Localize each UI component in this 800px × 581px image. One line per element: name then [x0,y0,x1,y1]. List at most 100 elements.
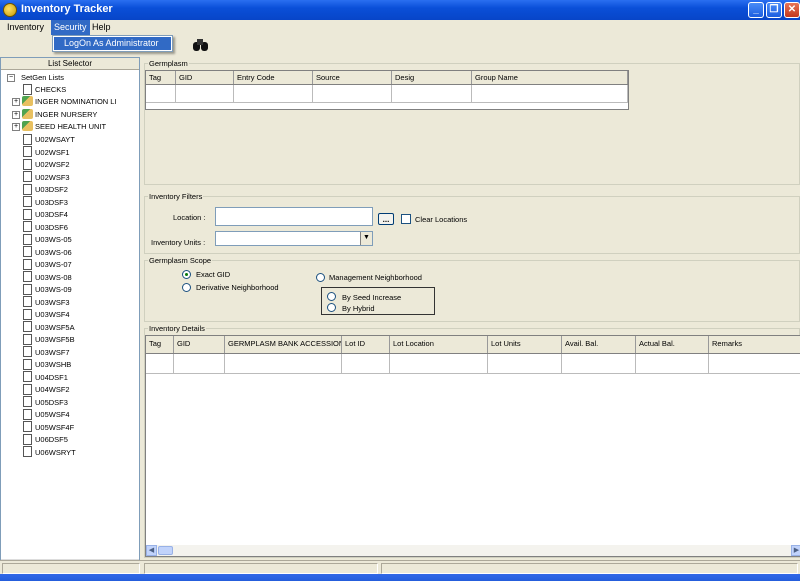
tree-item[interactable]: U02WSF3 [23,171,70,185]
tree-item-checks[interactable]: CHECKS [23,83,66,97]
chevron-down-icon[interactable]: ▼ [360,232,372,245]
tree-item[interactable]: U03WS-09 [23,283,72,297]
list-icon [23,233,32,245]
tree-item[interactable]: U03WSF5B [23,333,75,347]
inventory-details-grid[interactable]: Tag GID GERMPLASM BANK ACCESSION Lot ID … [145,335,800,557]
list-icon [23,196,32,208]
col-tag[interactable]: Tag [146,336,174,353]
by-seed-increase-label: By Seed Increase [342,293,402,302]
by-seed-increase-radio[interactable] [327,292,336,301]
tree-item[interactable]: U06DSF5 [23,433,68,447]
menu-bar: Inventory Security Help [0,20,800,35]
tree-item-label: U06DSF5 [35,435,68,444]
col-gid[interactable]: GID [174,336,225,353]
tree-folder-inger-nursery[interactable]: + INGER NURSERY [12,109,97,122]
tree-item[interactable]: U03DSF4 [23,208,68,222]
tree-item[interactable]: U03WS-05 [23,233,72,247]
col-remarks[interactable]: Remarks [709,336,800,353]
tree-item-label: U03DSF6 [35,222,68,232]
location-label: Location : [173,213,206,222]
scroll-left-button[interactable]: ◀ [146,545,157,556]
tree-item[interactable]: U03WS-06 [23,246,72,260]
expand-icon[interactable]: + [12,123,20,131]
tree-item[interactable]: U04DSF1 [23,371,68,385]
title-bar: Inventory Tracker _ ❐ ✕ [0,0,800,20]
col-entry-code[interactable]: Entry Code [234,71,313,84]
tree-item-label: U02WSAYT [35,135,75,144]
tree-item[interactable]: U02WSF1 [23,146,70,160]
col-lot-id[interactable]: Lot ID [342,336,390,353]
tree-item[interactable]: U04WSF2 [23,383,70,397]
menu-inventory[interactable]: Inventory [4,20,47,35]
col-source[interactable]: Source [313,71,392,84]
menu-security[interactable]: Security [51,20,90,35]
col-group-name[interactable]: Group Name [472,71,628,84]
list-icon [23,421,32,433]
col-germplasm-bank-accession[interactable]: GERMPLASM BANK ACCESSION [225,336,342,353]
by-hybrid-label: By Hybrid [342,304,375,313]
scroll-thumb[interactable] [158,546,173,555]
col-avail-bal[interactable]: Avail. Bal. [562,336,636,353]
tree-item[interactable]: U03WSF5A [23,321,75,335]
collapse-icon[interactable]: − [7,74,15,82]
tree-item[interactable]: U03DSF3 [23,196,68,210]
folder-icon [22,96,33,107]
list-icon [23,183,32,195]
tree-item[interactable]: U03WS-08 [23,271,72,285]
list-icon [23,158,32,170]
expand-icon[interactable]: + [12,111,20,119]
tree-item[interactable]: U05DSF3 [23,396,68,410]
tree-item[interactable]: U05WSF4 [23,408,70,422]
tree-item-label: U03DSF4 [35,210,68,219]
close-button[interactable]: ✕ [784,2,800,18]
details-horizontal-scrollbar[interactable]: ◀ ▶ [146,545,800,556]
tree-item-label: U03WSF5A [35,322,75,332]
logon-admin-menu-item[interactable]: LogOn As Administrator [54,37,171,50]
tree-folder-seed-health[interactable]: + SEED HEALTH UNIT [12,121,106,134]
management-neighborhood-radio[interactable] [316,273,325,282]
table-row[interactable] [146,354,800,374]
scroll-right-button[interactable]: ▶ [791,545,800,556]
tree-item[interactable]: U03WSF7 [23,346,70,360]
tree-item[interactable]: U02WSAYT [23,133,75,147]
inventory-details-grid-header: Tag GID GERMPLASM BANK ACCESSION Lot ID … [146,336,800,354]
col-desig[interactable]: Desig [392,71,472,84]
exact-gid-radio[interactable] [182,270,191,279]
browse-location-button[interactable]: ... [378,213,394,225]
tree-item[interactable]: U03DSF6 [23,221,68,235]
col-lot-location[interactable]: Lot Location [390,336,488,353]
col-tag[interactable]: Tag [146,71,176,84]
expand-icon[interactable]: + [12,98,20,106]
status-panel [144,563,378,574]
by-hybrid-radio[interactable] [327,303,336,312]
tree-item-label: U03WSHB [35,360,72,369]
tree-item[interactable]: U03DSF2 [23,183,68,197]
tree-folder-inger-nomination[interactable]: + INGER NOMINATION LI [12,96,117,109]
list-icon [23,208,32,220]
derivative-neighborhood-radio[interactable] [182,283,191,292]
status-bar [0,560,800,574]
list-icon [23,383,32,395]
tree-item[interactable]: U03WSF3 [23,296,70,310]
tree-item[interactable]: U06WSRYT [23,446,76,460]
list-icon [23,271,32,283]
table-row[interactable] [146,85,628,103]
menu-help[interactable]: Help [89,20,114,35]
col-actual-bal[interactable]: Actual Bal. [636,336,709,353]
tree-item-label: U05DSF3 [35,397,68,407]
management-neighborhood-label: Management Neighborhood [329,273,422,282]
location-input[interactable] [215,207,373,226]
minimize-button[interactable]: _ [748,2,764,18]
find-binoculars-icon[interactable] [192,38,208,52]
col-gid[interactable]: GID [176,71,234,84]
col-lot-units[interactable]: Lot Units [488,336,562,353]
tree-item[interactable]: U03WSHB [23,358,72,372]
maximize-button[interactable]: ❐ [766,2,782,18]
tree-item[interactable]: U03WSF4 [23,308,70,322]
inventory-units-select[interactable]: ▼ [215,231,373,246]
germplasm-grid[interactable]: Tag GID Entry Code Source Desig Group Na… [145,70,629,110]
tree-item[interactable]: U05WSF4F [23,421,74,435]
tree-item[interactable]: U03WS-07 [23,258,72,272]
tree-item[interactable]: U02WSF2 [23,158,70,172]
clear-locations-checkbox[interactable] [401,214,411,224]
